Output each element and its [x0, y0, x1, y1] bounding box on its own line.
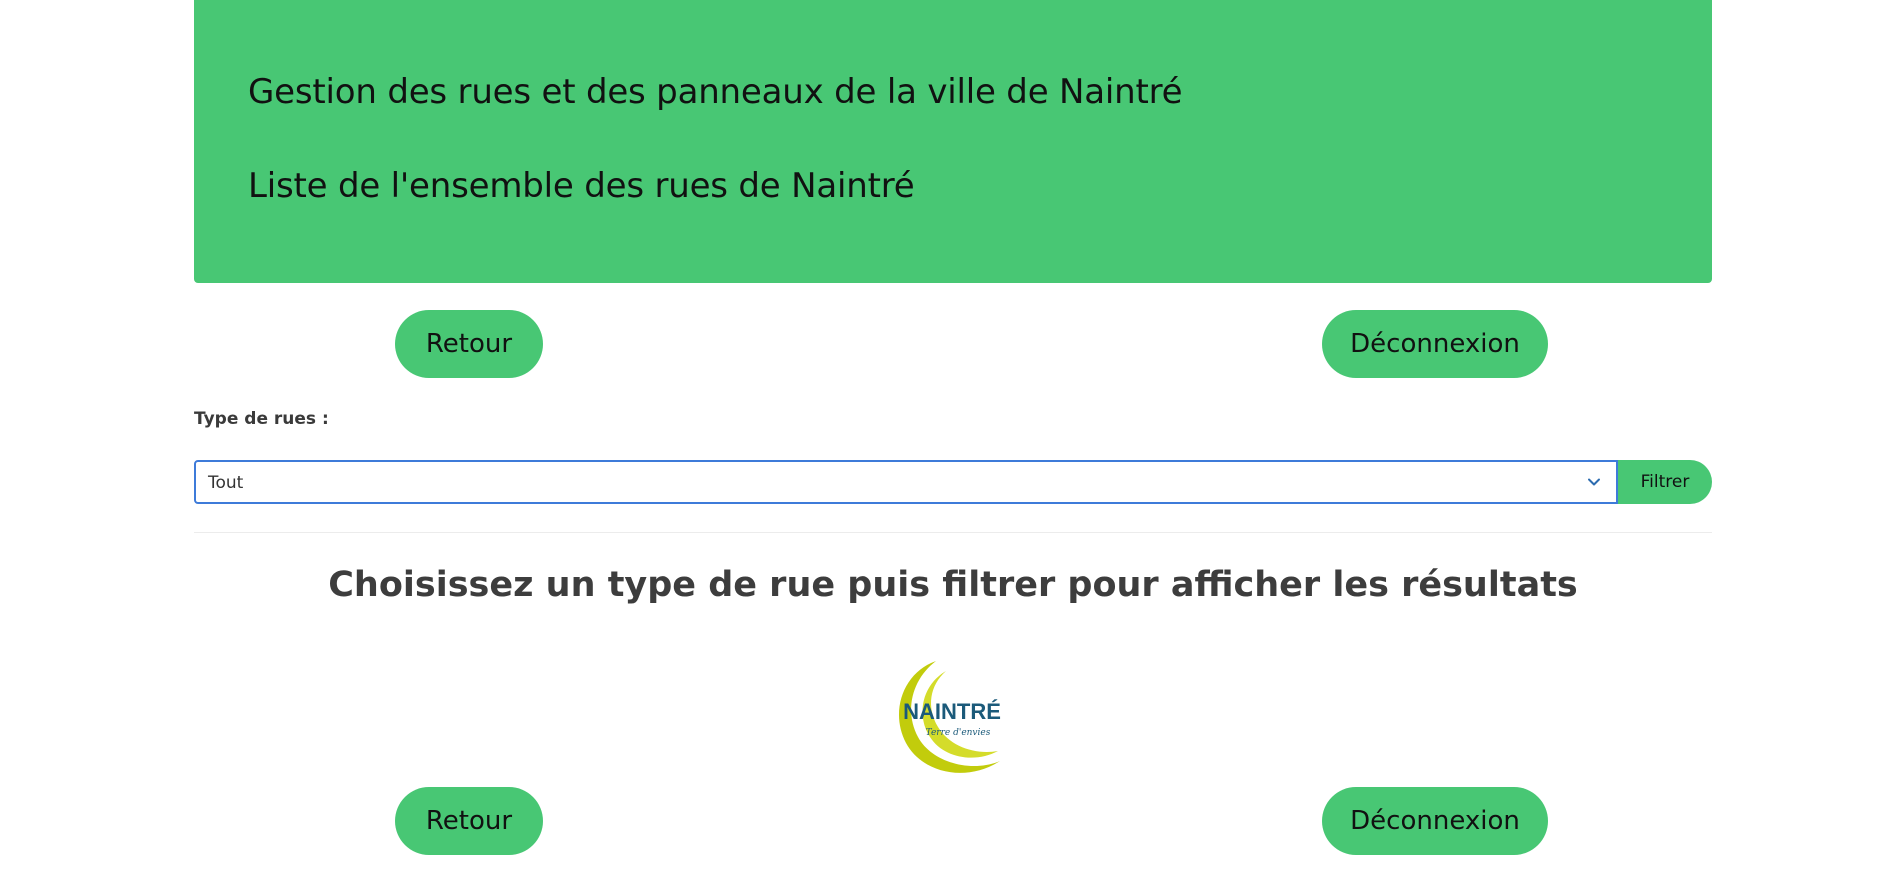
naintre-logo: NAINTRÉ Terre d'envies [898, 661, 1001, 773]
svg-text:NAINTRÉ: NAINTRÉ [903, 699, 1001, 724]
street-type-selected-value: Tout [208, 473, 244, 493]
svg-text:Terre d'envies: Terre d'envies [926, 728, 991, 738]
back-button-top[interactable]: Retour [395, 310, 543, 378]
header-banner: Gestion des rues et des panneaux de la v… [194, 0, 1712, 283]
logout-button-bottom[interactable]: Déconnexion [1322, 787, 1548, 855]
divider [194, 532, 1712, 533]
results-empty-message: Choisissez un type de rue puis filtrer p… [328, 565, 1578, 605]
logout-button-top[interactable]: Déconnexion [1322, 310, 1548, 378]
page-subtitle: Liste de l'ensemble des rues de Naintré [248, 166, 915, 206]
filter-button[interactable]: Filtrer [1618, 460, 1712, 504]
street-type-select[interactable]: Tout [194, 460, 1618, 504]
street-type-label: Type de rues : [194, 409, 329, 429]
back-button-bottom[interactable]: Retour [395, 787, 543, 855]
chevron-down-icon [1588, 478, 1600, 486]
page-title: Gestion des rues et des panneaux de la v… [248, 72, 1183, 112]
